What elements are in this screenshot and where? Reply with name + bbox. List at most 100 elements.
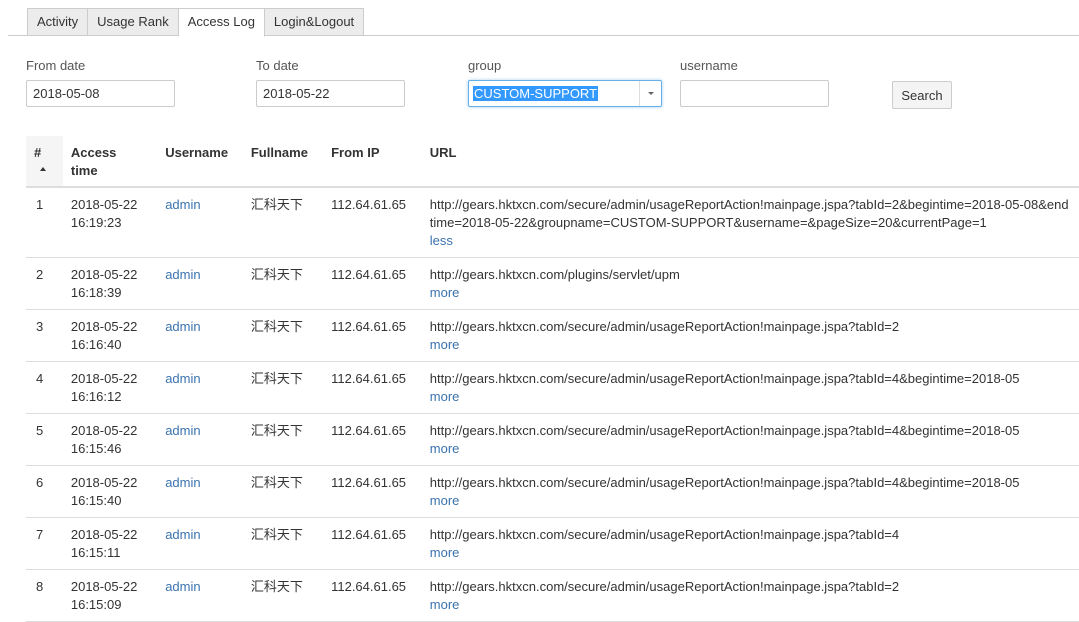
toggle-more-link[interactable]: more <box>430 493 460 508</box>
username-cell: admin <box>157 361 243 414</box>
url-text: http://gears.hktxcn.com/secure/admin/usa… <box>429 475 1020 490</box>
url-cell: http://gears.hktxcn.com/secure/admin/usa… <box>421 187 1079 258</box>
chevron-down-icon[interactable] <box>639 81 661 106</box>
column-header-url[interactable]: URL <box>421 136 1079 188</box>
tab-usage-rank[interactable]: Usage Rank <box>88 8 179 36</box>
username-cell: admin <box>157 413 243 466</box>
table-row: 4 2018-05-22 16:16:12 admin 汇科天下 112.64.… <box>26 361 1079 414</box>
tab-access-log[interactable]: Access Log <box>178 8 265 37</box>
username-cell: admin <box>157 309 243 362</box>
access-time: 16:16:12 <box>70 389 122 404</box>
group-select[interactable]: CUSTOM-SUPPORT <box>468 80 662 107</box>
toggle-more-link[interactable]: more <box>430 597 460 612</box>
access-time-cell: 2018-05-22 16:15:40 <box>62 465 158 518</box>
search-button[interactable]: Search <box>892 81 952 109</box>
username-link[interactable]: admin <box>165 319 200 334</box>
url-cell: http://gears.hktxcn.com/secure/admin/usa… <box>421 465 1079 518</box>
access-time: 16:15:11 <box>70 545 121 560</box>
url-text: http://gears.hktxcn.com/secure/admin/usa… <box>429 319 900 334</box>
url-cell: http://gears.hktxcn.com/secure/admin/usa… <box>421 309 1079 362</box>
group-filter: group CUSTOM-SUPPORT <box>468 58 662 107</box>
fullname-cell: 汇科天下 <box>242 309 324 362</box>
access-time-cell: 2018-05-22 16:18:39 <box>62 257 158 310</box>
fullname-cell: 汇科天下 <box>242 517 324 570</box>
toggle-more-link[interactable]: more <box>430 285 460 300</box>
column-header-username[interactable]: Username <box>157 136 243 188</box>
from-ip-cell: 112.64.61.65 <box>323 361 422 414</box>
row-number: 1 <box>26 187 63 258</box>
tab-activity[interactable]: Activity <box>27 8 89 36</box>
group-label: group <box>468 58 502 73</box>
fullname-cell: 汇科天下 <box>242 187 324 258</box>
report-tabs: Activity Usage Rank Access Log Login&Log… <box>8 8 1079 37</box>
from-ip-cell: 112.64.61.65 <box>323 413 422 466</box>
table-row: 6 2018-05-22 16:15:40 admin 汇科天下 112.64.… <box>26 465 1079 518</box>
username-input[interactable] <box>680 80 829 107</box>
access-date: 2018-05-22 <box>70 371 138 386</box>
access-date: 2018-05-22 <box>70 527 138 542</box>
username-cell: admin <box>157 257 243 310</box>
username-link[interactable]: admin <box>165 267 200 282</box>
from-date-label: From date <box>26 58 86 73</box>
from-ip-cell: 112.64.61.65 <box>323 257 422 310</box>
username-cell: admin <box>157 517 243 570</box>
username-label: username <box>680 58 738 73</box>
table-row: 1 2018-05-22 16:19:23 admin 汇科天下 112.64.… <box>26 187 1079 258</box>
row-number: 8 <box>26 569 63 622</box>
toggle-more-link[interactable]: more <box>430 441 460 456</box>
access-date: 2018-05-22 <box>70 579 138 594</box>
toggle-more-link[interactable]: less <box>430 233 453 248</box>
column-header-from-ip[interactable]: From IP <box>323 136 422 188</box>
to-date-input[interactable] <box>256 80 405 107</box>
toggle-more-link[interactable]: more <box>430 389 460 404</box>
table-row: 3 2018-05-22 16:16:40 admin 汇科天下 112.64.… <box>26 309 1079 362</box>
access-time-cell: 2018-05-22 16:16:40 <box>62 309 158 362</box>
row-number: 6 <box>26 465 63 518</box>
fullname-cell: 汇科天下 <box>242 413 324 466</box>
url-text: http://gears.hktxcn.com/secure/admin/usa… <box>429 527 900 542</box>
url-cell: http://gears.hktxcn.com/plugins/servlet/… <box>421 257 1079 310</box>
tab-login-logout[interactable]: Login&Logout <box>264 8 365 36</box>
group-selected-value: CUSTOM-SUPPORT <box>473 86 599 101</box>
column-header-fullname[interactable]: Fullname <box>242 136 324 188</box>
column-header-number-label: # <box>34 145 42 160</box>
access-time-cell: 2018-05-22 16:16:12 <box>62 361 158 414</box>
toggle-more-link[interactable]: more <box>430 545 460 560</box>
url-cell: http://gears.hktxcn.com/secure/admin/usa… <box>421 361 1079 414</box>
access-time: 16:15:40 <box>70 493 122 508</box>
fullname-cell: 汇科天下 <box>242 465 324 518</box>
url-cell: http://gears.hktxcn.com/secure/admin/usa… <box>421 413 1079 466</box>
access-log-table: # Access time Username Fullname From IP … <box>26 136 1079 622</box>
toggle-more-link[interactable]: more <box>430 337 460 352</box>
access-time: 16:19:23 <box>70 215 122 230</box>
column-header-access-time[interactable]: Access time <box>62 136 158 188</box>
username-link[interactable]: admin <box>165 371 200 386</box>
access-time-cell: 2018-05-22 16:19:23 <box>62 187 158 258</box>
access-time-cell: 2018-05-22 16:15:11 <box>62 517 158 570</box>
row-number: 7 <box>26 517 63 570</box>
url-cell: http://gears.hktxcn.com/secure/admin/usa… <box>421 569 1079 622</box>
username-link[interactable]: admin <box>165 579 200 594</box>
access-time-cell: 2018-05-22 16:15:09 <box>62 569 158 622</box>
from-ip-cell: 112.64.61.65 <box>323 569 422 622</box>
row-number: 5 <box>26 413 63 466</box>
access-date: 2018-05-22 <box>70 423 138 438</box>
from-ip-cell: 112.64.61.65 <box>323 187 422 258</box>
table-row: 5 2018-05-22 16:15:46 admin 汇科天下 112.64.… <box>26 413 1079 466</box>
from-ip-cell: 112.64.61.65 <box>323 517 422 570</box>
url-text: http://gears.hktxcn.com/secure/admin/usa… <box>429 423 1020 438</box>
to-date-label: To date <box>256 58 299 73</box>
url-text: http://gears.hktxcn.com/secure/admin/usa… <box>429 197 1069 230</box>
username-link[interactable]: admin <box>165 423 200 438</box>
column-header-number[interactable]: # <box>26 136 63 188</box>
column-header-access-time-line2: time <box>70 163 98 178</box>
username-link[interactable]: admin <box>165 475 200 490</box>
username-link[interactable]: admin <box>165 527 200 542</box>
to-date-filter: To date <box>256 58 405 107</box>
filter-form: From date To date group CUSTOM-SUPPORT u… <box>0 58 1079 118</box>
column-header-access-time-line1: Access <box>70 145 117 160</box>
from-date-input[interactable] <box>26 80 175 107</box>
username-link[interactable]: admin <box>165 197 200 212</box>
row-number: 3 <box>26 309 63 362</box>
fullname-cell: 汇科天下 <box>242 569 324 622</box>
